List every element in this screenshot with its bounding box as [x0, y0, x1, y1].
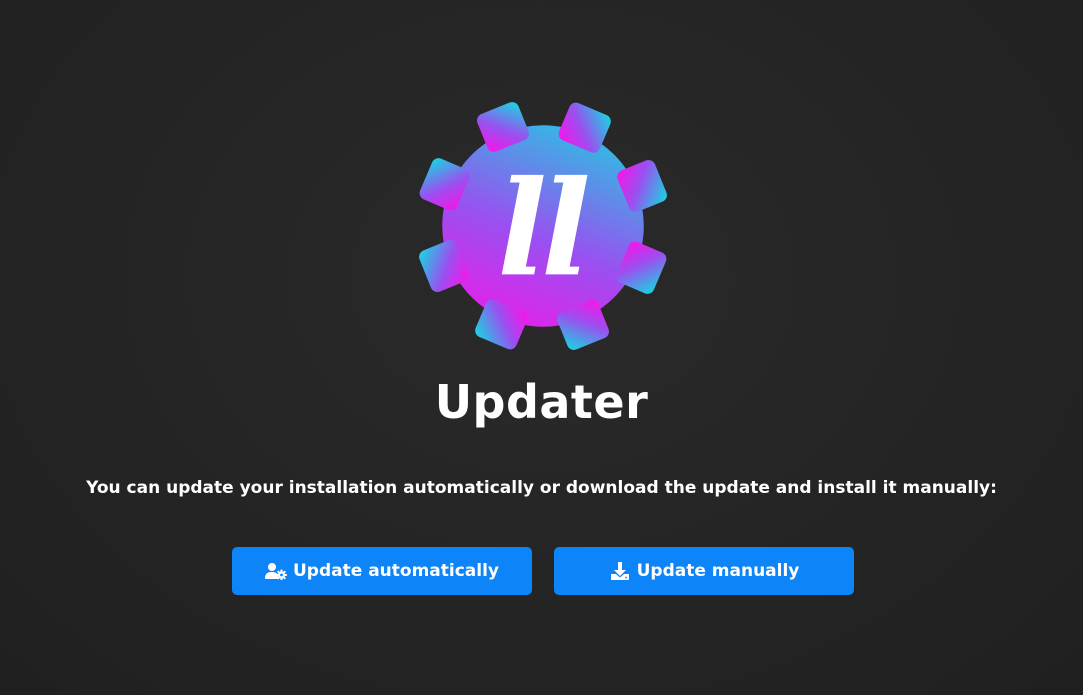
update-manually-label: Update manually	[636, 561, 800, 581]
update-automatically-label: Update automatically	[293, 561, 499, 581]
user-gear-icon	[265, 561, 287, 581]
update-automatically-button[interactable]: Update automatically	[232, 547, 532, 595]
page-title: Updater	[434, 375, 649, 429]
logo-letters: ll	[497, 151, 588, 305]
update-manually-button[interactable]: Update manually	[554, 547, 854, 595]
update-description: You can update your installation automat…	[86, 478, 997, 498]
updater-logo: ll	[419, 102, 667, 350]
updater-page: ll Updater You can update your installat…	[0, 0, 1083, 695]
download-icon	[609, 561, 631, 581]
